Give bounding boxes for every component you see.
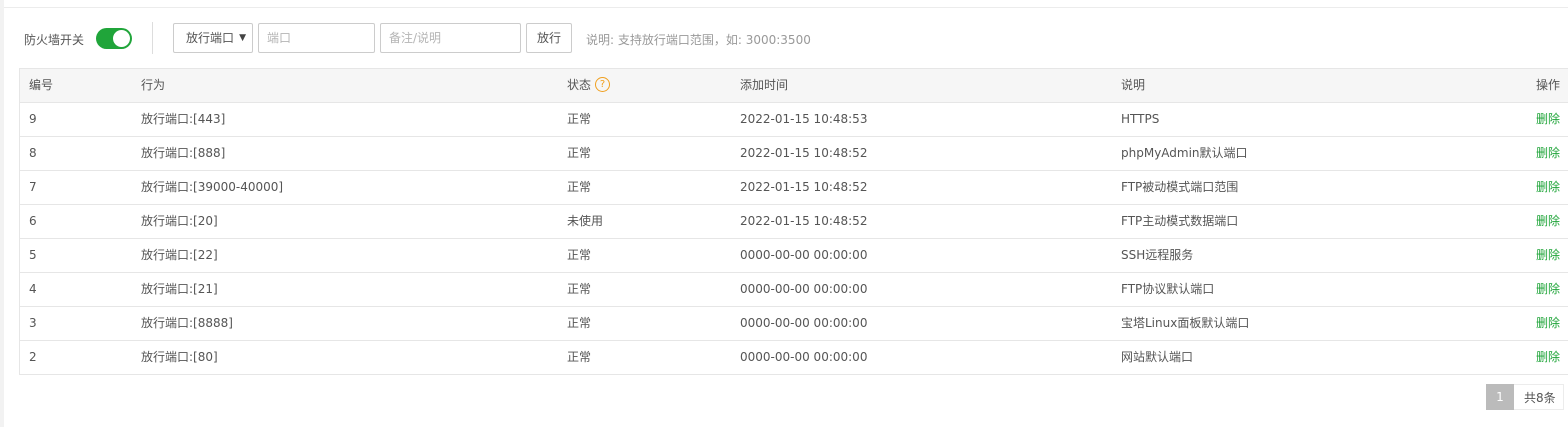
rule-type-select[interactable]: 放行端口 ▼ [173, 23, 253, 53]
cell-id: 3 [29, 316, 37, 330]
cell-note: SSH远程服务 [1121, 248, 1194, 262]
firewall-switch-label: 防火墙开关 [24, 33, 85, 47]
cell-time: 2022-01-15 10:48:52 [740, 180, 868, 194]
cell-status: 正常 [567, 316, 592, 330]
table-row: 4 放行端口:[21] 正常 0000-00-00 00:00:00 FTP协议默认端口… [20, 273, 1568, 307]
cell-id: 8 [29, 146, 37, 160]
header-status-label: 状态 [567, 78, 592, 92]
delete-link[interactable]: 删除 [1536, 307, 1560, 340]
cell-action: 放行端口:[888] [141, 146, 226, 160]
hint-text: 说明: 支持放行端口范围，如: 3000:3500 [586, 33, 811, 47]
delete-link[interactable]: 删除 [1536, 205, 1560, 238]
header-op: 操作 [1536, 78, 1561, 92]
caret-down-icon: ▼ [239, 33, 246, 43]
cell-id: 4 [29, 282, 37, 296]
toolbar-divider [152, 22, 153, 54]
header-note: 说明 [1121, 78, 1146, 92]
cell-status: 正常 [567, 282, 592, 296]
delete-link[interactable]: 删除 [1536, 341, 1560, 374]
cell-action: 放行端口:[20] [141, 214, 218, 228]
cell-time: 0000-00-00 00:00:00 [740, 350, 868, 364]
table-header: 编号 行为 状态? 添加时间 说明 操作 [20, 69, 1568, 103]
rules-table: 编号 行为 状态? 添加时间 说明 操作 9 放行端口:[443] 正常 2022-0… [19, 68, 1568, 375]
cell-id: 6 [29, 214, 37, 228]
table-row: 5 放行端口:[22] 正常 0000-00-00 00:00:00 SSH远程服务 删除 [20, 239, 1568, 273]
cell-action: 放行端口:[21] [141, 282, 218, 296]
port-input[interactable] [258, 23, 375, 53]
table-body: 9 放行端口:[443] 正常 2022-01-15 10:48:53 HTTPS 删除 8… [20, 103, 1568, 375]
rule-type-value: 放行端口 [186, 31, 235, 45]
note-input[interactable] [380, 23, 521, 53]
cell-id: 2 [29, 350, 37, 364]
cell-note: phpMyAdmin默认端口 [1121, 146, 1248, 160]
cell-note: 网站默认端口 [1121, 350, 1194, 364]
cell-action: 放行端口:[8888] [141, 316, 233, 330]
table-row: 3 放行端口:[8888] 正常 0000-00-00 00:00:00 宝塔Linux… [20, 307, 1568, 341]
cell-time: 2022-01-15 10:48:53 [740, 112, 868, 126]
top-divider [4, 7, 1568, 8]
header-time[interactable]: 添加时间 [740, 69, 788, 102]
delete-link[interactable]: 删除 [1536, 171, 1560, 204]
cell-action: 放行端口:[443] [141, 112, 226, 126]
firewall-toggle[interactable] [96, 28, 132, 49]
header-status[interactable]: 状态? [567, 69, 611, 102]
cell-status: 正常 [567, 350, 592, 364]
header-id[interactable]: 编号 [29, 69, 53, 102]
table-row: 6 放行端口:[20] 未使用 2022-01-15 10:48:52 FTP主动模式数… [20, 205, 1568, 239]
cell-time: 2022-01-15 10:48:52 [740, 146, 868, 160]
cell-status: 正常 [567, 146, 592, 160]
cell-id: 7 [29, 180, 37, 194]
delete-link[interactable]: 删除 [1536, 103, 1560, 136]
header-action[interactable]: 行为 [141, 69, 165, 102]
toggle-knob [113, 30, 130, 47]
cell-time: 0000-00-00 00:00:00 [740, 248, 868, 262]
cell-status: 正常 [567, 180, 592, 194]
table-row: 9 放行端口:[443] 正常 2022-01-15 10:48:53 HTTPS 删除 [20, 103, 1568, 137]
cell-note: FTP主动模式数据端口 [1121, 214, 1239, 228]
delete-link[interactable]: 删除 [1536, 239, 1560, 272]
cell-time: 2022-01-15 10:48:52 [740, 214, 868, 228]
cell-action: 放行端口:[22] [141, 248, 218, 262]
firewall-page: 防火墙开关 放行端口 ▼ 放行 说明: 支持放行端口范围，如: 3000:350… [0, 0, 1568, 427]
question-circle-icon[interactable]: ? [595, 77, 611, 92]
page-total: 共8条 [1514, 384, 1564, 410]
cell-note: FTP协议默认端口 [1121, 282, 1215, 296]
cell-action: 放行端口:[39000-40000] [141, 180, 284, 194]
cell-note: FTP被动模式端口范围 [1121, 180, 1239, 194]
left-edge [0, 0, 4, 427]
page-current[interactable]: 1 [1486, 384, 1514, 410]
delete-link[interactable]: 删除 [1536, 137, 1560, 170]
toolbar: 防火墙开关 放行端口 ▼ 放行 说明: 支持放行端口范围，如: 3000:350… [24, 22, 1554, 54]
cell-id: 9 [29, 112, 37, 126]
cell-note: HTTPS [1121, 112, 1160, 126]
cell-status: 未使用 [567, 214, 604, 228]
cell-id: 5 [29, 248, 37, 262]
cell-status: 正常 [567, 248, 592, 262]
cell-action: 放行端口:[80] [141, 350, 218, 364]
cell-note: 宝塔Linux面板默认端口 [1121, 316, 1250, 330]
cell-time: 0000-00-00 00:00:00 [740, 316, 868, 330]
cell-status: 正常 [567, 112, 592, 126]
cell-time: 0000-00-00 00:00:00 [740, 282, 868, 296]
table-row: 7 放行端口:[39000-40000] 正常 2022-01-15 10:48:52… [20, 171, 1568, 205]
delete-link[interactable]: 删除 [1536, 273, 1560, 306]
allow-button[interactable]: 放行 [526, 23, 572, 53]
table-row: 2 放行端口:[80] 正常 0000-00-00 00:00:00 网站默认端口 删除 [20, 341, 1568, 375]
table-row: 8 放行端口:[888] 正常 2022-01-15 10:48:52 phpMyAdm… [20, 137, 1568, 171]
